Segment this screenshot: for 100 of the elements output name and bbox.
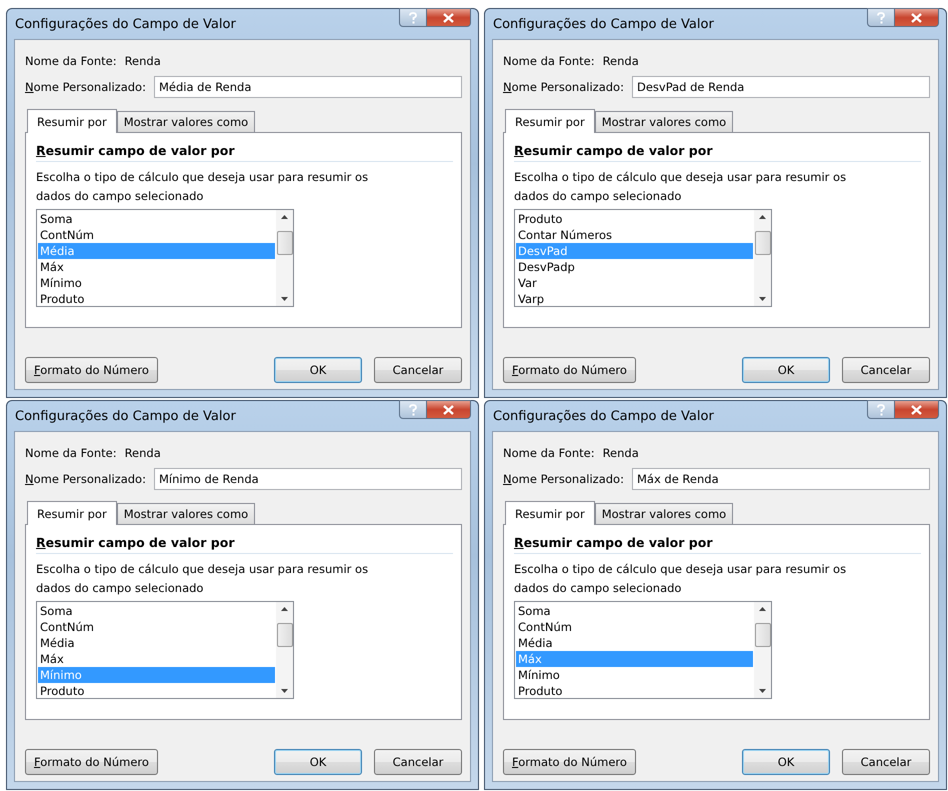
custom-name-label: Nome Personalizado:: [25, 80, 146, 94]
list-item[interactable]: Produto: [516, 211, 753, 227]
scroll-down-icon[interactable]: [281, 297, 288, 301]
list-item[interactable]: Soma: [516, 603, 753, 619]
custom-name-field[interactable]: Máx de Renda: [632, 468, 930, 490]
question-mark-icon: [408, 12, 418, 24]
scroll-down-icon[interactable]: [759, 689, 766, 693]
window-title: Configurações do Campo de Valor: [492, 16, 714, 32]
number-format-button[interactable]: Formato do Número: [25, 357, 158, 383]
custom-name-field[interactable]: Mínimo de Renda: [154, 468, 462, 490]
source-name-label: Nome da Fonte:: [503, 446, 595, 460]
list-item[interactable]: Máx: [38, 259, 275, 275]
custom-name-label: Nome Personalizado:: [503, 472, 624, 486]
number-format-button[interactable]: Formato do Número: [25, 749, 158, 775]
list-item[interactable]: Soma: [38, 211, 275, 227]
description-text: Escolha o tipo de cálculo que deseja usar para resumir os dados do campo selecionado: [514, 561, 848, 597]
custom-name-label: Nome Personalizado:: [503, 80, 624, 94]
scrollbar[interactable]: [276, 602, 293, 698]
description-text: Escolha o tipo de cálculo que deseja usar para resumir os dados do campo selecionado: [514, 169, 848, 205]
cancel-button[interactable]: Cancelar: [374, 749, 462, 775]
list-item[interactable]: Produto: [516, 683, 753, 699]
tab[interactable]: Resumir por: [27, 501, 117, 525]
list-item[interactable]: Contar Números: [516, 227, 753, 243]
section-title: Resumir campo de valor por: [36, 535, 453, 554]
help-button[interactable]: [867, 8, 895, 27]
window-title: Configurações do Campo de Valor: [14, 16, 236, 32]
list-item[interactable]: ContNúm: [516, 619, 753, 635]
list-item[interactable]: Produto: [38, 683, 275, 699]
list-item[interactable]: Mínimo: [38, 275, 275, 291]
tab[interactable]: Mostrar valores como: [116, 503, 256, 524]
description-text: Escolha o tipo de cálculo que deseja usar para resumir os dados do campo selecionado: [36, 169, 370, 205]
source-name-label: Nome da Fonte:: [503, 54, 595, 68]
scrollbar[interactable]: [754, 210, 771, 306]
ok-button[interactable]: OK: [742, 749, 830, 775]
ok-button[interactable]: OK: [274, 749, 362, 775]
close-icon: [911, 404, 922, 414]
cancel-button[interactable]: Cancelar: [842, 357, 930, 383]
tab[interactable]: Resumir por: [27, 109, 117, 133]
list-item[interactable]: Mínimo: [516, 667, 753, 683]
scroll-thumb[interactable]: [276, 623, 292, 647]
list-item[interactable]: DesvPadp: [516, 259, 753, 275]
description-text: Escolha o tipo de cálculo que deseja usar para resumir os dados do campo selecionado: [36, 561, 370, 597]
number-format-button[interactable]: Formato do Número: [503, 357, 636, 383]
help-button[interactable]: [399, 8, 427, 27]
section-title: Resumir campo de valor por: [36, 143, 453, 162]
close-button[interactable]: [895, 8, 939, 27]
close-icon: [911, 12, 922, 22]
window-title: Configurações do Campo de Valor: [492, 408, 714, 424]
source-name-value: Renda: [602, 54, 639, 68]
list-item[interactable]: Var: [516, 275, 753, 291]
scroll-down-icon[interactable]: [759, 297, 766, 301]
section-title: Resumir campo de valor por: [514, 143, 921, 162]
question-mark-icon: [408, 404, 418, 416]
scroll-down-icon[interactable]: [281, 689, 288, 693]
source-name-label: Nome da Fonte:: [25, 446, 117, 460]
list-item[interactable]: ContNúm: [38, 619, 275, 635]
source-name-value: Renda: [124, 54, 161, 68]
source-name-label: Nome da Fonte:: [25, 54, 117, 68]
list-item[interactable]: Soma: [38, 603, 275, 619]
list-item[interactable]: Varp: [516, 291, 753, 307]
scroll-up-icon[interactable]: [281, 607, 288, 611]
scroll-up-icon[interactable]: [759, 607, 766, 611]
list-item[interactable]: Produto: [38, 291, 275, 307]
custom-name-field[interactable]: Média de Renda: [154, 76, 462, 98]
close-icon: [443, 12, 454, 22]
custom-name-label: Nome Personalizado:: [25, 472, 146, 486]
ok-button[interactable]: OK: [274, 357, 362, 383]
scrollbar[interactable]: [754, 602, 771, 698]
help-button[interactable]: [399, 400, 427, 419]
cancel-button[interactable]: Cancelar: [374, 357, 462, 383]
tab[interactable]: Mostrar valores como: [594, 111, 734, 132]
list-item[interactable]: Média: [516, 635, 753, 651]
list-item[interactable]: ContNúm: [38, 227, 275, 243]
tab[interactable]: Mostrar valores como: [594, 503, 734, 524]
close-button[interactable]: [895, 400, 939, 419]
tab[interactable]: Mostrar valores como: [116, 111, 256, 132]
source-name-value: Renda: [124, 446, 161, 460]
number-format-button[interactable]: Formato do Número: [503, 749, 636, 775]
ok-button[interactable]: OK: [742, 357, 830, 383]
tab[interactable]: Resumir por: [505, 109, 595, 133]
scroll-up-icon[interactable]: [281, 215, 288, 219]
close-button[interactable]: [427, 400, 471, 419]
cancel-button[interactable]: Cancelar: [842, 749, 930, 775]
scroll-thumb[interactable]: [276, 231, 292, 255]
window-title: Configurações do Campo de Valor: [14, 408, 236, 424]
scroll-up-icon[interactable]: [759, 215, 766, 219]
scroll-thumb[interactable]: [754, 231, 770, 255]
question-mark-icon: [876, 404, 886, 416]
section-title: Resumir campo de valor por: [514, 535, 921, 554]
help-button[interactable]: [867, 400, 895, 419]
list-item[interactable]: Média: [38, 635, 275, 651]
scrollbar[interactable]: [276, 210, 293, 306]
list-item[interactable]: Máx: [38, 651, 275, 667]
scroll-thumb[interactable]: [754, 623, 770, 647]
question-mark-icon: [876, 12, 886, 24]
custom-name-field[interactable]: DesvPad de Renda: [632, 76, 930, 98]
close-button[interactable]: [427, 8, 471, 27]
tab[interactable]: Resumir por: [505, 501, 595, 525]
close-icon: [443, 404, 454, 414]
source-name-value: Renda: [602, 446, 639, 460]
